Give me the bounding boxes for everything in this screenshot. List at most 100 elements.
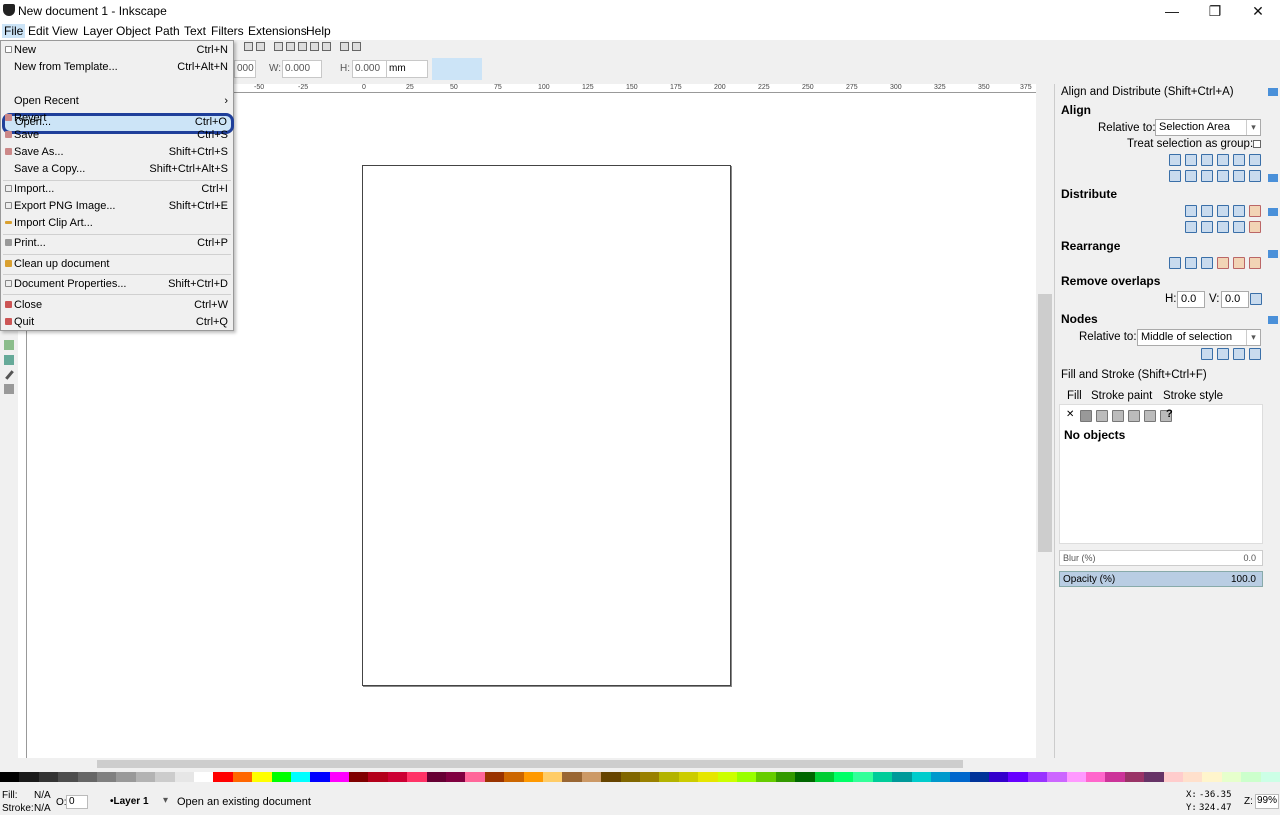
menu-item-quit[interactable]: Quit Ctrl+Q bbox=[2, 314, 232, 331]
linear-gradient-icon[interactable] bbox=[1096, 410, 1108, 422]
menu-path[interactable]: Path bbox=[155, 24, 180, 38]
align-text-icon[interactable] bbox=[1249, 154, 1261, 166]
palette-swatch[interactable] bbox=[1066, 772, 1087, 782]
node-distribute-h-icon[interactable] bbox=[1233, 348, 1245, 360]
palette-swatch[interactable] bbox=[736, 772, 757, 782]
menu-filters[interactable]: Filters bbox=[211, 24, 244, 38]
align-left-icon[interactable] bbox=[1169, 154, 1181, 166]
align-top-icon[interactable] bbox=[1169, 170, 1181, 182]
snap-toggle-icon[interactable] bbox=[1268, 88, 1278, 96]
menu-help[interactable]: Help bbox=[306, 24, 331, 38]
doc-props-icon[interactable] bbox=[352, 42, 361, 51]
palette-swatch[interactable] bbox=[717, 772, 738, 782]
overlap-h-field[interactable]: 0.0 bbox=[1177, 291, 1205, 308]
align-edge-icon[interactable] bbox=[1233, 154, 1245, 166]
distribute-middle-icon[interactable] bbox=[1201, 221, 1213, 233]
menu-text[interactable]: Text bbox=[184, 24, 206, 38]
menu-item-revert[interactable]: Revert bbox=[2, 110, 232, 127]
mesh-gradient-icon[interactable] bbox=[1128, 410, 1140, 422]
node-distribute-v-icon[interactable] bbox=[1249, 348, 1261, 360]
palette-swatch[interactable] bbox=[775, 772, 796, 782]
palette-swatch[interactable] bbox=[368, 772, 389, 782]
palette-swatch[interactable] bbox=[0, 772, 20, 782]
remove-overlaps-icon[interactable] bbox=[1250, 293, 1262, 305]
palette-swatch[interactable] bbox=[387, 772, 408, 782]
menu-item-import[interactable]: Import... Ctrl+I bbox=[2, 181, 232, 198]
menu-item-export-png[interactable]: Export PNG Image... Shift+Ctrl+E bbox=[2, 198, 232, 215]
blur-slider[interactable]: Blur (%) 0.0 bbox=[1059, 550, 1263, 566]
menu-item-document-properties[interactable]: Document Properties... Shift+Ctrl+D bbox=[2, 276, 232, 293]
tab-fill[interactable]: Fill bbox=[1067, 390, 1082, 402]
palette-swatch[interactable] bbox=[678, 772, 699, 782]
palette-swatch[interactable] bbox=[581, 772, 602, 782]
nodes-relative-select[interactable]: Middle of selection ▾ bbox=[1137, 329, 1261, 346]
menu-item-close[interactable]: Close Ctrl+W bbox=[2, 297, 232, 314]
restore-button[interactable]: ❐ bbox=[1200, 2, 1230, 20]
menu-item-new[interactable]: New Ctrl+N bbox=[2, 42, 232, 59]
layer-indicator[interactable]: •Layer 1 bbox=[110, 796, 149, 807]
palette-swatch[interactable] bbox=[349, 772, 370, 782]
align-vcenter-icon[interactable] bbox=[1233, 170, 1245, 182]
align-right-icon[interactable] bbox=[1201, 154, 1213, 166]
snap-centers-icon[interactable] bbox=[1268, 250, 1278, 258]
snap-nodes-icon[interactable] bbox=[1268, 174, 1278, 182]
palette-swatch[interactable] bbox=[155, 772, 176, 782]
palette-swatch[interactable] bbox=[38, 772, 59, 782]
menu-item-save-copy[interactable]: Save a Copy... Shift+Ctrl+Alt+S bbox=[2, 161, 232, 178]
opacity-slider[interactable]: Opacity (%) 100.0 bbox=[1059, 571, 1263, 587]
palette-swatch[interactable] bbox=[1183, 772, 1204, 782]
palette-swatch[interactable] bbox=[1124, 772, 1145, 782]
distribute-vgaps-icon[interactable] bbox=[1233, 221, 1245, 233]
align-bottom-icon[interactable] bbox=[1201, 170, 1213, 182]
palette-swatch[interactable] bbox=[426, 772, 447, 782]
w-field[interactable]: 0.000 bbox=[282, 60, 322, 78]
text-icon[interactable] bbox=[286, 42, 295, 51]
palette-swatch[interactable] bbox=[562, 772, 583, 782]
preferences-icon[interactable] bbox=[340, 42, 349, 51]
overlap-v-field[interactable]: 0.0 bbox=[1221, 291, 1249, 308]
palette-swatch[interactable] bbox=[96, 772, 117, 782]
menu-item-clean-up[interactable]: Clean up document bbox=[2, 256, 232, 273]
xml-editor-icon[interactable] bbox=[310, 42, 319, 51]
align-baseline-text-icon[interactable] bbox=[1249, 170, 1261, 182]
unclump-objects-icon[interactable] bbox=[1249, 257, 1261, 269]
palette-swatch[interactable] bbox=[1008, 772, 1029, 782]
palette-swatch[interactable] bbox=[892, 772, 913, 782]
color-palette[interactable] bbox=[0, 772, 1280, 782]
palette-swatch[interactable] bbox=[833, 772, 854, 782]
palette-swatch[interactable] bbox=[174, 772, 195, 782]
menu-item-open-recent[interactable]: Open Recent › bbox=[2, 93, 232, 110]
rotate-around-icon[interactable] bbox=[1217, 257, 1229, 269]
tab-stroke-style[interactable]: Stroke style bbox=[1163, 390, 1223, 402]
palette-swatch[interactable] bbox=[484, 772, 505, 782]
fill-panel-header[interactable]: Fill and Stroke (Shift+Ctrl+F) bbox=[1061, 369, 1207, 381]
zoom-icon[interactable] bbox=[244, 42, 253, 51]
palette-swatch[interactable] bbox=[465, 772, 486, 782]
connector-tool-icon[interactable] bbox=[4, 384, 14, 394]
palette-swatch[interactable] bbox=[543, 772, 564, 782]
palette-swatch[interactable] bbox=[795, 772, 816, 782]
palette-swatch[interactable] bbox=[523, 772, 544, 782]
palette-swatch[interactable] bbox=[193, 772, 214, 782]
align-middle-icon[interactable] bbox=[1185, 170, 1197, 182]
transform-toggles[interactable] bbox=[432, 58, 482, 80]
radial-gradient-icon[interactable] bbox=[1112, 410, 1124, 422]
close-button[interactable]: ✕ bbox=[1243, 2, 1273, 20]
fill-stroke-icon[interactable] bbox=[274, 42, 283, 51]
x-field[interactable]: 000 bbox=[234, 60, 256, 78]
document-page[interactable] bbox=[362, 165, 731, 686]
palette-swatch[interactable] bbox=[213, 772, 234, 782]
palette-swatch[interactable] bbox=[504, 772, 525, 782]
palette-swatch[interactable] bbox=[1144, 772, 1165, 782]
palette-swatch[interactable] bbox=[620, 772, 641, 782]
distribute-random-icon[interactable] bbox=[1249, 205, 1261, 217]
palette-swatch[interactable] bbox=[640, 772, 660, 782]
zoom-field[interactable]: 99% bbox=[1255, 794, 1279, 809]
palette-swatch[interactable] bbox=[756, 772, 777, 782]
palette-swatch[interactable] bbox=[601, 772, 622, 782]
distribute-top-icon[interactable] bbox=[1185, 221, 1197, 233]
palette-swatch[interactable] bbox=[814, 772, 835, 782]
palette-swatch[interactable] bbox=[77, 772, 98, 782]
palette-swatch[interactable] bbox=[1105, 772, 1126, 782]
unclump-icon[interactable] bbox=[1249, 221, 1261, 233]
